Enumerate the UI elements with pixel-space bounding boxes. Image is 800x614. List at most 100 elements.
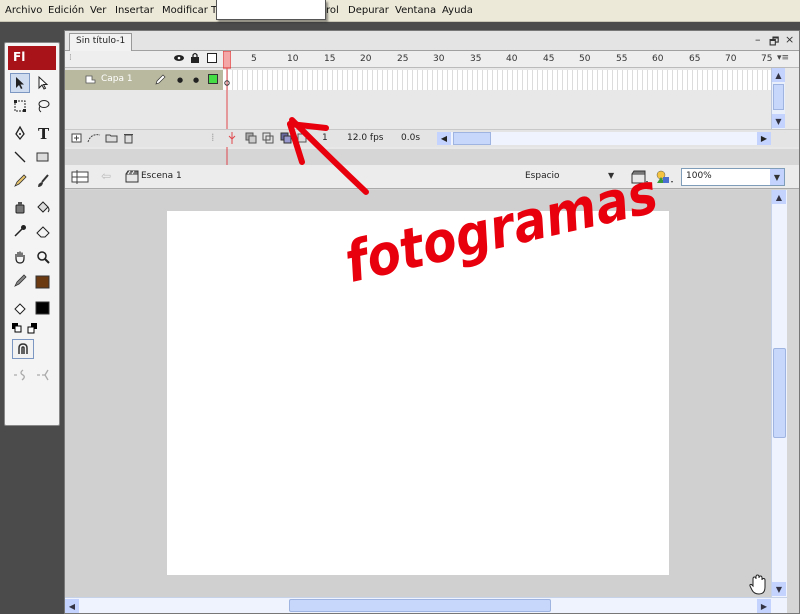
frame-number: 10 (287, 54, 299, 64)
frame-rate[interactable]: 12.0 fps (347, 133, 383, 143)
line-tool-icon[interactable] (10, 147, 30, 167)
frame-number: 75 (761, 54, 773, 64)
stage-horizontal-scrollbar[interactable]: ◀ ▶ (65, 597, 787, 613)
hand-tool-icon[interactable] (10, 247, 30, 267)
modify-onion-markers-icon[interactable] (297, 132, 307, 147)
center-frame-icon[interactable] (227, 132, 237, 147)
selection-tool-icon[interactable] (10, 73, 30, 93)
timeline-vertical-thumb[interactable] (773, 84, 784, 110)
frame-number: 60 (652, 54, 664, 64)
flash-logo: Fl (8, 46, 56, 70)
timeline-toggle-icon[interactable] (71, 169, 89, 188)
scroll-down-icon[interactable]: ▼ (772, 114, 785, 128)
lasso-tool-icon[interactable] (33, 96, 53, 116)
swap-colors-icon[interactable] (23, 319, 43, 339)
menu-ventana[interactable]: Ventana (395, 5, 436, 16)
snap-magnet-icon[interactable] (12, 339, 34, 359)
minimize-icon[interactable]: – (755, 33, 761, 46)
layer-visibility-dot-icon[interactable]: ● (177, 76, 183, 84)
straighten-option-icon[interactable] (33, 365, 53, 385)
frame-grid[interactable] (223, 70, 773, 90)
frame-number: 15 (324, 54, 336, 64)
document-tab-bar: Sin título-1 – 🗗 × (65, 31, 799, 51)
timeline-vertical-scrollbar[interactable]: ▲ ▼ (771, 68, 785, 129)
menu-modificar[interactable]: Modificar (162, 5, 208, 16)
layer-outline-color-icon[interactable] (208, 74, 218, 84)
ink-bottle-tool-icon[interactable] (10, 197, 30, 217)
subselection-tool-icon[interactable] (33, 73, 53, 93)
brush-tool-icon[interactable] (33, 171, 53, 191)
timeline-grip-icon[interactable]: ⁞ (69, 53, 72, 63)
eraser-tool-icon[interactable] (33, 221, 53, 241)
restore-icon[interactable]: 🗗 (769, 33, 779, 52)
tools-panel: Fl T (4, 42, 60, 426)
pasteboard (65, 190, 771, 597)
stage-scroll-up-icon[interactable]: ▲ (772, 190, 786, 204)
elapsed-time: 0.0s (401, 133, 421, 143)
timeline-options-icon[interactable]: ▾≡ (777, 53, 789, 63)
menu-edicion[interactable]: Edición (48, 5, 84, 16)
eyedropper-tool-icon[interactable] (10, 221, 30, 241)
frame-number: 45 (543, 54, 555, 64)
playhead[interactable] (222, 50, 232, 165)
edit-multiple-frames-icon[interactable] (280, 132, 292, 147)
onion-skin-outlines-icon[interactable] (262, 132, 274, 147)
stroke-color-swatch[interactable] (33, 273, 53, 293)
insert-layer-icon[interactable] (71, 132, 83, 147)
layer-row[interactable]: Capa 1 ● ● (65, 70, 223, 90)
scroll-left-icon[interactable]: ◀ (437, 132, 451, 145)
current-frame: 1 (322, 133, 328, 143)
insert-layer-folder-icon[interactable] (105, 132, 118, 147)
edit-symbols-icon[interactable] (655, 169, 675, 188)
stage-scroll-down-icon[interactable]: ▼ (772, 582, 786, 596)
zoom-tool-icon[interactable] (33, 247, 53, 267)
stage-vertical-scrollbar[interactable]: ▲ ▼ (771, 190, 787, 597)
menu-ver[interactable]: Ver (90, 5, 106, 16)
text-tool-icon[interactable]: T (33, 123, 53, 143)
pen-tool-icon[interactable] (10, 123, 30, 143)
stage-vertical-thumb[interactable] (773, 348, 786, 438)
menu-ayuda[interactable]: Ayuda (442, 5, 473, 16)
menu-insertar[interactable]: Insertar (115, 5, 154, 16)
fill-color-swatch[interactable] (33, 299, 53, 319)
zoom-dropdown-icon[interactable]: ▼ (770, 169, 784, 185)
outline-layers-icon[interactable] (207, 53, 218, 67)
menu-control[interactable]: rol (326, 5, 339, 16)
scroll-right-icon[interactable]: ▶ (757, 132, 771, 145)
menu-depurar[interactable]: Depurar (348, 5, 389, 16)
open-menu-dropdown[interactable] (216, 0, 326, 20)
stage-horizontal-thumb[interactable] (289, 599, 551, 612)
free-transform-tool-icon[interactable] (10, 96, 30, 116)
timeline-panel: ⁞ 1 5 10 15 20 25 30 35 40 45 50 55 60 6… (65, 50, 799, 165)
workspace-menu[interactable]: Espacio (525, 171, 560, 181)
layer-lock-dot-icon[interactable]: ● (193, 76, 199, 84)
pencil-tool-icon[interactable] (10, 171, 30, 191)
document-tab[interactable]: Sin título-1 (69, 33, 133, 51)
delete-layer-icon[interactable] (123, 132, 134, 147)
timeline-horizontal-thumb[interactable] (453, 132, 491, 145)
paint-bucket-tool-icon[interactable] (33, 197, 53, 217)
scene-icon (125, 170, 139, 186)
back-arrow-icon[interactable]: ⇦ (101, 169, 111, 183)
timeline-horizontal-scrollbar[interactable] (451, 132, 757, 145)
frame-number: 5 (251, 54, 257, 64)
edit-scene-icon[interactable] (631, 169, 649, 188)
stage-scroll-left-icon[interactable]: ◀ (65, 599, 79, 613)
lock-layers-icon[interactable] (189, 52, 201, 67)
stage-scroll-right-icon[interactable]: ▶ (757, 599, 771, 613)
show-hide-eye-icon[interactable] (173, 52, 185, 67)
rectangle-tool-icon[interactable] (33, 147, 53, 167)
onion-skin-icon[interactable] (245, 132, 257, 147)
layer-name[interactable]: Capa 1 (101, 74, 133, 84)
workspace-dropdown-icon[interactable]: ▼ (608, 171, 614, 180)
close-icon[interactable]: × (785, 33, 794, 46)
menu-archivo[interactable]: Archivo (5, 5, 42, 16)
zoom-select[interactable]: 100% ▼ (681, 168, 785, 186)
frame-number: 25 (397, 54, 409, 64)
stage-canvas[interactable] (167, 211, 669, 575)
smooth-option-icon[interactable] (10, 365, 30, 385)
scroll-up-icon[interactable]: ▲ (772, 68, 785, 82)
scene-label[interactable]: Escena 1 (141, 171, 182, 181)
add-motion-guide-icon[interactable] (87, 132, 101, 147)
svg-text:T: T (38, 125, 50, 141)
